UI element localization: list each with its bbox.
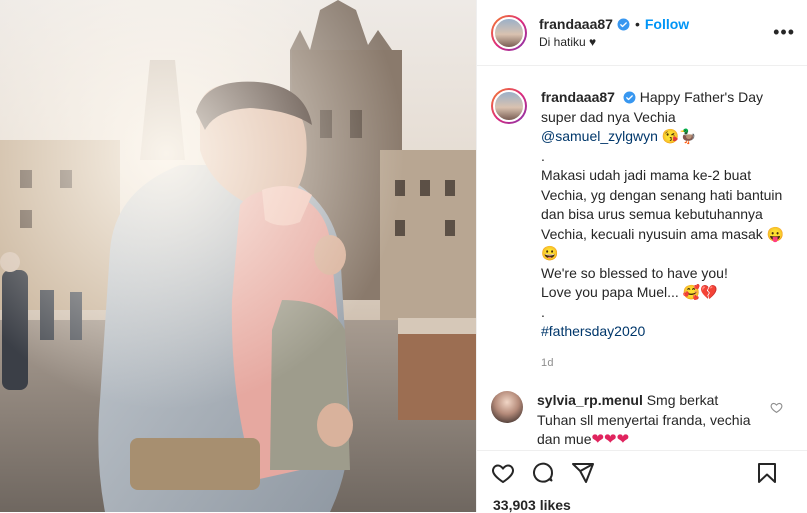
comment-icon[interactable] [531,461,555,485]
caption-line: We're so blessed to have you! [541,264,728,281]
author-avatar[interactable] [491,14,527,51]
mention-link[interactable]: @samuel_zylgwyn [541,128,658,144]
comment-like-icon[interactable] [770,401,783,414]
comment-text: Tuhan sll menyertai franda, vechia [537,411,751,428]
post-timestamp[interactable]: 1d [541,354,784,374]
author-username[interactable]: frandaaa87 [539,16,613,32]
caption-line: . [541,147,545,164]
comment-item: sylvia_rp.menul Smg berkat Tuhan sll men… [477,373,807,450]
photo-illustration [0,0,476,512]
comment-text: dan mue [537,431,592,447]
location-label[interactable]: Di hatiku ♥ [539,35,689,49]
caption-author-avatar[interactable] [491,88,527,124]
post-photo[interactable] [0,0,476,512]
separator-dot: • [634,16,640,32]
commenter-username[interactable]: sylvia_rp.menul [537,392,643,408]
comment-hearts: ❤❤❤ [591,431,630,448]
caption-line: Happy Father's Day [639,89,763,105]
post-side-panel: frandaaa87 • Follow Di hatiku ♥ ••• fran… [476,0,807,513]
emoji-kiss-duck: 😘🦆 [661,128,697,144]
emoji-tongue: 😛 [766,225,785,242]
verified-badge-icon [623,91,636,104]
caption-line: Vechia, kecuali nyusuin ama masak [541,225,763,242]
caption-username[interactable]: frandaaa87 [541,89,615,105]
instagram-post: frandaaa87 • Follow Di hatiku ♥ ••• fran… [0,0,807,513]
follow-button[interactable]: Follow [645,16,689,32]
commenter-avatar[interactable] [491,391,523,423]
post-header: frandaaa87 • Follow Di hatiku ♥ ••• [477,0,807,66]
emoji-grin: 😀 [541,245,559,261]
post-caption: frandaaa87 Happy Father's Day super dad … [477,66,807,373]
emoji-love-heart: 🥰💔 [682,284,718,300]
caption-line: . [541,303,545,320]
heart-icon[interactable] [491,461,515,485]
more-options-icon[interactable]: ••• [773,22,795,43]
caption-line: Love you papa Muel... [541,284,679,300]
caption-line: dan bisa urus semua kebutuhannya [541,206,763,222]
caption-line: Vechia, yg dengan senang hati bantuin [541,186,783,203]
caption-line: Makasi udah jadi mama ke-2 buat [541,167,752,183]
like-count[interactable]: 33,903 likes [477,485,807,513]
verified-badge-icon [617,18,630,30]
hashtag-link[interactable]: #fathersday2020 [541,322,784,342]
action-bar: 33,903 likes [477,450,807,513]
caption-line: super dad nya Vechia [541,108,676,125]
bookmark-icon[interactable] [755,461,779,485]
comment-text: Smg berkat [646,392,719,408]
share-icon[interactable] [571,461,595,485]
